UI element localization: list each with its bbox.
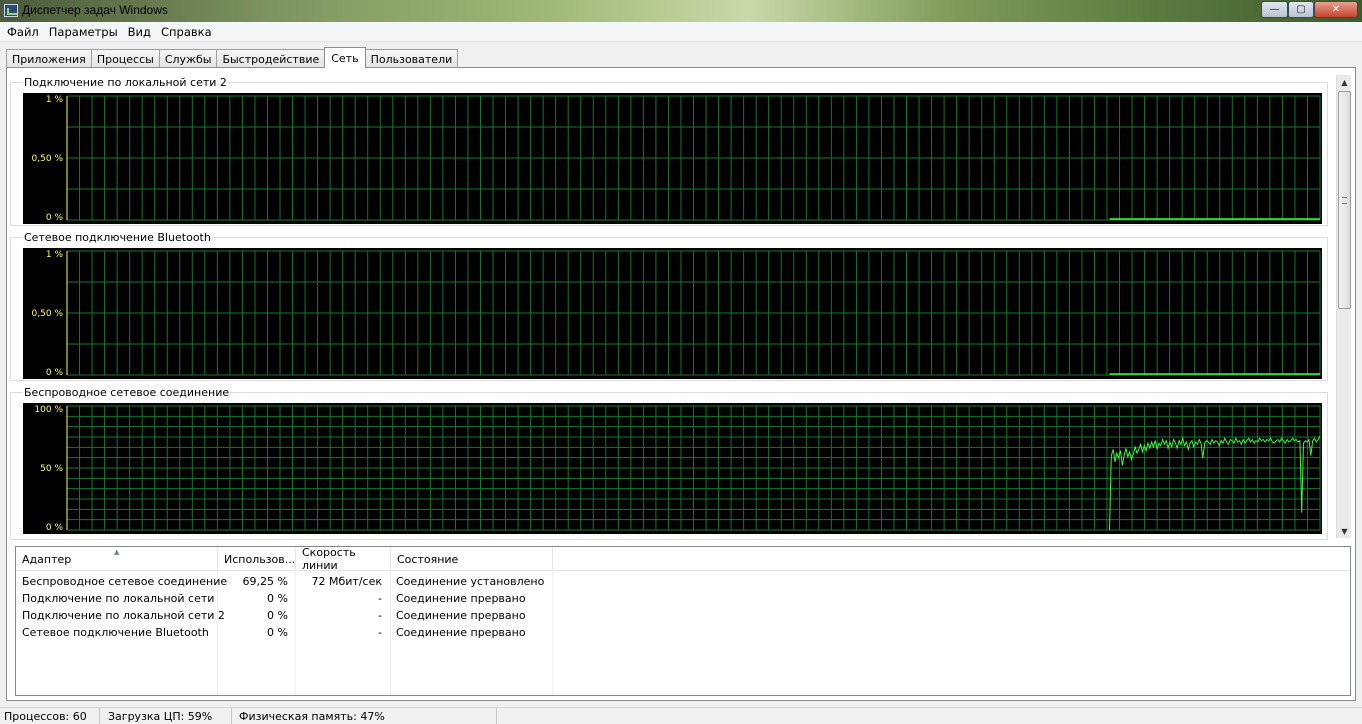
column-label: Скорость линии — [302, 546, 356, 572]
close-button[interactable]: ✕ — [1314, 1, 1358, 18]
table-row[interactable]: Подключение по локальной сети 0 % - Соед… — [16, 590, 1350, 607]
cell-adapter: Подключение по локальной сети 2 — [22, 609, 225, 622]
column-label: Адаптер — [22, 552, 72, 566]
menu-bar: Файл Параметры Вид Справка — [0, 22, 1362, 42]
status-physical-memory: Физическая память: 47% — [235, 708, 497, 724]
scroll-up-arrow-icon[interactable]: ▲ — [1337, 75, 1352, 89]
cell-usage: 69,25 % — [242, 575, 288, 588]
y-tick-label: 50 % — [40, 464, 63, 474]
y-tick-label: 0,50 % — [32, 154, 64, 164]
adapters-table: Адаптер ▲ Использов... Скорость линии Со… — [15, 546, 1351, 696]
table-row[interactable]: Беспроводное сетевое соединение 69,25 % … — [16, 573, 1350, 590]
network-graphs-area: Подключение по локальной сети 2 1 % 0,50 … — [10, 72, 1350, 540]
table-row[interactable]: Подключение по локальной сети 2 0 % - Со… — [16, 607, 1350, 624]
title-bar[interactable]: Диспетчер задач Windows — ▢ ✕ — [0, 0, 1362, 22]
y-tick-label: 0 % — [46, 213, 64, 223]
tab-performance[interactable]: Быстродействие — [216, 49, 326, 68]
y-tick-label: 0,50 % — [32, 309, 64, 319]
minimize-button[interactable]: — — [1261, 1, 1288, 18]
status-bar: Процессов: 60 Загрузка ЦП: 59% Физическа… — [0, 707, 1362, 724]
cell-state: Соединение прервано — [396, 609, 526, 622]
column-header-usage[interactable]: Использов... — [218, 547, 296, 571]
status-processes: Процессов: 60 — [0, 708, 100, 724]
cell-usage: 0 % — [267, 609, 288, 622]
menu-file[interactable]: Файл — [2, 25, 44, 39]
cell-speed: - — [378, 626, 382, 639]
cell-adapter: Беспроводное сетевое соединение — [22, 575, 228, 588]
cell-usage: 0 % — [267, 592, 288, 605]
cell-adapter: Подключение по локальной сети — [22, 592, 215, 605]
graph-group-wireless: Беспроводное сетевое соединение 100 % 50 … — [10, 386, 1328, 540]
graph-svg: 1 % 0,50 % 0 % — [32, 250, 1321, 378]
cell-adapter: Сетевое подключение Bluetooth — [22, 626, 209, 639]
scroll-down-arrow-icon[interactable]: ▼ — [1337, 524, 1352, 538]
tab-services[interactable]: Службы — [158, 49, 218, 68]
graph-svg: 100 % 50 % 0 % — [34, 405, 1321, 533]
cell-state: Соединение прервано — [396, 592, 526, 605]
scrollbar-thumb[interactable] — [1338, 91, 1351, 309]
cell-speed: - — [378, 592, 382, 605]
menu-options[interactable]: Параметры — [44, 25, 123, 39]
network-graph: 1 % 0,50 % 0 % — [23, 93, 1322, 224]
cell-speed: 72 Мбит/сек — [311, 575, 383, 588]
menu-help[interactable]: Справка — [156, 25, 217, 39]
menu-view[interactable]: Вид — [123, 25, 156, 39]
column-label: Состояние — [397, 552, 459, 566]
cell-state: Соединение прервано — [396, 626, 526, 639]
maximize-button[interactable]: ▢ — [1288, 1, 1314, 18]
y-tick-label: 1 % — [46, 250, 64, 260]
column-header-link-speed[interactable]: Скорость линии — [296, 546, 391, 572]
table-header: Адаптер ▲ Использов... Скорость линии Со… — [16, 546, 1350, 572]
graphs-scrollbar[interactable]: ▲ ▼ — [1336, 75, 1351, 538]
tab-applications[interactable]: Приложения — [6, 49, 92, 68]
graph-title: Сетевое подключение Bluetooth — [23, 231, 212, 244]
task-manager-icon — [4, 4, 18, 17]
column-header-adapter[interactable]: Адаптер ▲ — [16, 547, 218, 571]
window-title: Диспетчер задач Windows — [22, 3, 168, 17]
graph-group-lan2: Подключение по локальной сети 2 1 % 0,50 … — [10, 76, 1328, 226]
column-label: Использов... — [224, 552, 296, 566]
sort-ascending-icon: ▲ — [114, 548, 120, 556]
cell-usage: 0 % — [267, 626, 288, 639]
column-header-state[interactable]: Состояние — [391, 547, 553, 571]
tab-strip: Приложения Процессы Службы Быстродействи… — [6, 47, 459, 68]
y-tick-label: 0 % — [46, 368, 64, 378]
network-graph: 100 % 50 % 0 % — [23, 403, 1322, 534]
graph-title: Беспроводное сетевое соединение — [23, 386, 231, 399]
graph-title: Подключение по локальной сети 2 — [23, 76, 228, 89]
network-graph: 1 % 0,50 % 0 % — [23, 248, 1322, 379]
graph-group-bluetooth: Сетевое подключение Bluetooth 1 % 0,50 % 0… — [10, 231, 1328, 381]
table-row[interactable]: Сетевое подключение Bluetooth 0 % - Соед… — [16, 624, 1350, 641]
tab-networking[interactable]: Сеть — [324, 47, 366, 68]
cell-speed: - — [378, 609, 382, 622]
status-cpu-usage: Загрузка ЦП: 59% — [104, 708, 232, 724]
tab-users[interactable]: Пользователи — [364, 49, 459, 68]
tab-processes[interactable]: Процессы — [90, 49, 160, 68]
y-tick-label: 0 % — [46, 523, 64, 533]
cell-state: Соединение установлено — [396, 575, 545, 588]
y-tick-label: 1 % — [46, 95, 64, 105]
series-line — [1109, 435, 1321, 531]
graph-svg: 1 % 0,50 % 0 % — [32, 95, 1321, 223]
y-tick-label: 100 % — [34, 405, 63, 415]
